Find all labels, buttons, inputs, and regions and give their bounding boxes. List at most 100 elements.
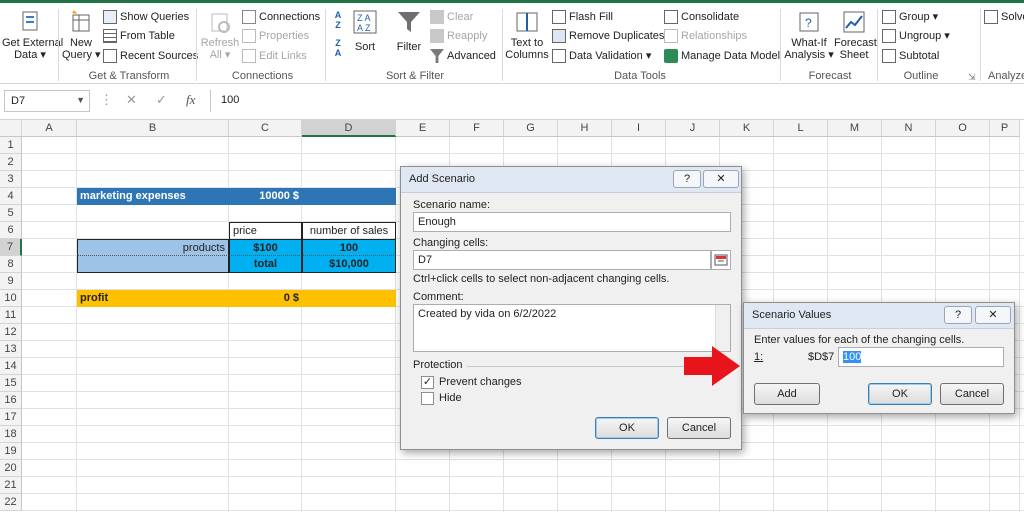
column-header[interactable]: B (77, 120, 229, 137)
column-header[interactable]: D (302, 120, 396, 137)
sort-za-button[interactable]: ZA (330, 38, 346, 58)
what-if-analysis-button[interactable]: ? What-If Analysis ▾ (784, 9, 834, 61)
column-header[interactable]: M (828, 120, 882, 137)
ok-button[interactable]: OK (595, 417, 659, 439)
column-header[interactable]: N (882, 120, 936, 137)
column-header[interactable]: A (22, 120, 77, 137)
row-header[interactable]: 18 (0, 426, 22, 443)
row-header[interactable]: 8 (0, 256, 22, 273)
row-header[interactable]: 7 (0, 239, 22, 256)
properties-button[interactable]: Properties (242, 29, 309, 43)
help-button[interactable]: ? (944, 306, 972, 324)
cancel-button[interactable]: Cancel (940, 383, 1004, 405)
column-header[interactable]: P (990, 120, 1020, 137)
cell-c6[interactable]: price (229, 222, 302, 239)
filter-button[interactable]: Filter (392, 9, 426, 53)
sort-az-button[interactable]: AZ (330, 10, 346, 30)
select-all-corner[interactable] (0, 120, 22, 137)
row-header[interactable]: 1 (0, 137, 22, 154)
column-header[interactable]: O (936, 120, 990, 137)
cell-c4[interactable]: 10000 $ (229, 188, 302, 205)
cell-d6[interactable]: number of sales (302, 222, 396, 239)
cell-b7[interactable]: products (77, 239, 229, 256)
row-header[interactable]: 10 (0, 290, 22, 307)
add-button[interactable]: Add (754, 383, 820, 405)
cell-b8[interactable] (77, 256, 229, 273)
row-header[interactable]: 5 (0, 205, 22, 222)
changing-cells-input[interactable]: D7 (413, 250, 711, 270)
column-header[interactable]: K (720, 120, 774, 137)
column-header[interactable]: E (396, 120, 450, 137)
row-header[interactable]: 6 (0, 222, 22, 239)
column-header[interactable]: J (666, 120, 720, 137)
show-queries-button[interactable]: Show Queries (103, 10, 189, 24)
manage-data-model-button[interactable]: Manage Data Model (664, 49, 780, 63)
column-header[interactable]: H (558, 120, 612, 137)
comment-scrollbar[interactable] (715, 305, 730, 351)
row-header[interactable]: 3 (0, 171, 22, 188)
row-header[interactable]: 21 (0, 477, 22, 494)
prevent-changes-checkbox[interactable]: ✓ (421, 376, 434, 389)
advanced-button[interactable]: Advanced (430, 49, 496, 63)
edit-links-button[interactable]: Edit Links (242, 49, 307, 63)
text-to-columns-button[interactable]: Text to Columns (505, 9, 549, 61)
data-validation-button[interactable]: Data Validation ▾ (552, 49, 651, 63)
hide-checkbox[interactable] (421, 392, 434, 405)
row-header[interactable]: 2 (0, 154, 22, 171)
clear-button[interactable]: Clear (430, 10, 473, 24)
cell-d8[interactable]: $10,000 (302, 256, 396, 273)
row-header[interactable]: 13 (0, 341, 22, 358)
row-header[interactable]: 22 (0, 494, 22, 511)
scenario-value-input[interactable]: 100 (838, 347, 1004, 367)
column-header[interactable]: C (229, 120, 302, 137)
row-header[interactable]: 9 (0, 273, 22, 290)
flash-fill-button[interactable]: Flash Fill (552, 10, 613, 24)
cell-d4[interactable] (302, 188, 396, 205)
insert-function-icon[interactable]: fx (186, 92, 195, 108)
cell-b4[interactable]: marketing expenses (77, 188, 229, 205)
column-header[interactable]: F (450, 120, 504, 137)
row-header[interactable]: 15 (0, 375, 22, 392)
group-button[interactable]: Group ▾ (882, 10, 938, 24)
reapply-button[interactable]: Reapply (430, 29, 487, 43)
remove-duplicates-button[interactable]: Remove Duplicates (552, 29, 664, 43)
close-button[interactable]: ✕ (703, 170, 739, 188)
recent-sources-button[interactable]: Recent Sources (103, 49, 198, 63)
row-header[interactable]: 17 (0, 409, 22, 426)
cell-d7[interactable]: 100 (302, 239, 396, 256)
column-header[interactable]: L (774, 120, 828, 137)
scenario-name-input[interactable]: Enough (413, 212, 731, 232)
confirm-entry-icon[interactable]: ✓ (156, 92, 167, 108)
cell-c10[interactable]: 0 $ (229, 290, 302, 307)
cancel-entry-icon[interactable]: ✕ (126, 92, 137, 108)
formula-input[interactable]: 100 (210, 90, 1024, 112)
ok-button[interactable]: OK (868, 383, 932, 405)
refresh-all-button[interactable]: Refresh All ▾ (200, 9, 240, 61)
name-box[interactable]: D7 ▼ (4, 90, 90, 112)
row-header[interactable]: 14 (0, 358, 22, 375)
ungroup-button[interactable]: Ungroup ▾ (882, 29, 950, 43)
close-button[interactable]: ✕ (975, 306, 1011, 324)
new-query-button[interactable]: New Query ▾ (62, 9, 101, 61)
consolidate-button[interactable]: Consolidate (664, 10, 739, 24)
range-selector-button[interactable] (711, 250, 731, 270)
cell-c7[interactable]: $100 (229, 239, 302, 256)
cell-c8[interactable]: total (229, 256, 302, 273)
outline-dialog-launcher[interactable]: ⇲ (968, 70, 976, 84)
chevron-down-icon[interactable]: ▼ (76, 95, 85, 105)
help-button[interactable]: ? (673, 170, 701, 188)
solver-button[interactable]: Solve (984, 10, 1024, 24)
cancel-button[interactable]: Cancel (667, 417, 731, 439)
sort-button[interactable]: Z AA Z Sort (350, 9, 380, 53)
from-table-button[interactable]: From Table (103, 29, 175, 43)
forecast-sheet-button[interactable]: Forecast Sheet (834, 9, 877, 61)
relationships-button[interactable]: Relationships (664, 29, 747, 43)
connections-button[interactable]: Connections (242, 10, 320, 24)
row-header[interactable]: 16 (0, 392, 22, 409)
row-header[interactable]: 4 (0, 188, 22, 205)
column-header[interactable]: I (612, 120, 666, 137)
row-header[interactable]: 20 (0, 460, 22, 477)
cell-d10[interactable] (302, 290, 396, 307)
subtotal-button[interactable]: Subtotal (882, 49, 939, 63)
row-header[interactable]: 11 (0, 307, 22, 324)
